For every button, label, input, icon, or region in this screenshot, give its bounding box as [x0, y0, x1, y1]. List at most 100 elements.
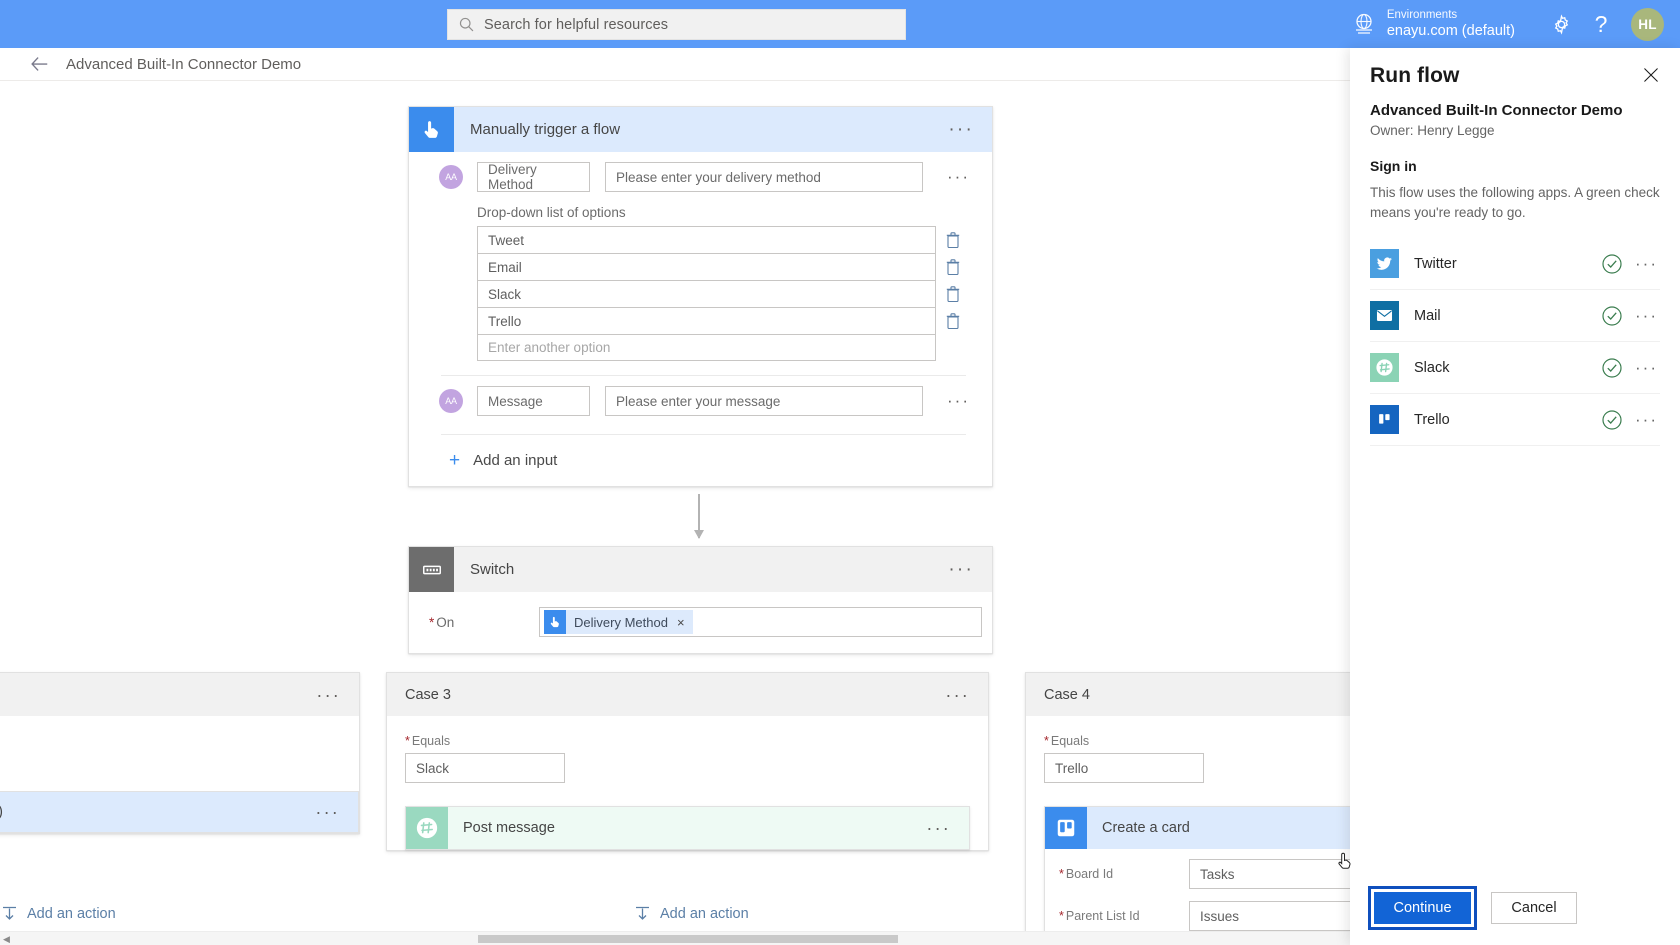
- list-item: Email: [477, 253, 970, 280]
- add-an-action-button[interactable]: Add an action: [1, 905, 116, 922]
- search-input[interactable]: Search for helpful resources: [447, 9, 906, 40]
- switch-card-header[interactable]: Switch ···: [409, 547, 992, 592]
- token-remove-button[interactable]: ×: [677, 615, 685, 630]
- close-icon: [1644, 68, 1658, 82]
- action-card-menu[interactable]: ···: [297, 803, 358, 821]
- mail-icon: [1370, 301, 1399, 331]
- action-card-header[interactable]: 3) ···: [0, 791, 359, 833]
- case-menu[interactable]: ···: [298, 686, 359, 704]
- switch-on-field[interactable]: Delivery Method ×: [539, 607, 982, 637]
- required-asterisk: *: [429, 614, 435, 630]
- dropdown-option-field[interactable]: Trello: [477, 307, 936, 334]
- dropdown-option-field[interactable]: Slack: [477, 280, 936, 307]
- plus-icon: +: [449, 450, 461, 471]
- trigger-card-menu[interactable]: ···: [930, 120, 992, 139]
- list-item: Trello: [477, 307, 970, 334]
- switch-on-label: * On: [409, 615, 539, 630]
- list-item: Enter another option: [477, 334, 970, 361]
- action-card-title: Post message: [463, 820, 555, 836]
- case-header[interactable]: Case 3 ···: [387, 673, 988, 716]
- equals-label: * Equals: [405, 734, 970, 748]
- delete-option-button[interactable]: [936, 285, 970, 302]
- add-an-action-label: Add an action: [27, 905, 116, 922]
- trash-icon: [946, 231, 960, 248]
- delete-option-button[interactable]: [936, 312, 970, 329]
- top-navigation-bar: Search for helpful resources Environment…: [0, 0, 1680, 48]
- help-button[interactable]: ?: [1581, 4, 1621, 44]
- manual-trigger-hand-icon: [544, 610, 566, 634]
- switch-card-title: Switch: [470, 561, 515, 578]
- input-name-field[interactable]: Delivery Method: [477, 162, 590, 192]
- action-card-menu[interactable]: ···: [908, 819, 969, 837]
- sign-in-description: This flow uses the following apps. A gre…: [1370, 185, 1660, 220]
- cancel-button[interactable]: Cancel: [1491, 892, 1577, 924]
- switch-card-menu[interactable]: ···: [930, 560, 992, 579]
- equals-input[interactable]: Trello: [1044, 753, 1204, 783]
- action-card-header[interactable]: Post message ···: [406, 807, 969, 849]
- trigger-card-header[interactable]: Manually trigger a flow ···: [409, 107, 992, 152]
- green-check-icon: [1602, 306, 1622, 326]
- input-description-field[interactable]: Please enter your message: [605, 386, 923, 416]
- connection-row-mail[interactable]: Mail ···: [1370, 290, 1660, 343]
- delete-option-button[interactable]: [936, 231, 970, 248]
- connection-row-slack[interactable]: Slack ···: [1370, 342, 1660, 395]
- connection-name: Trello: [1414, 411, 1450, 428]
- add-an-input-label: Add an input: [473, 452, 558, 469]
- equals-label-text: Equals: [1050, 734, 1090, 748]
- case-title: Case 3: [405, 686, 451, 703]
- scrollbar-thumb[interactable]: [478, 935, 898, 943]
- power-automate-window: Search for helpful resources Environment…: [0, 0, 1680, 945]
- connection-row-twitter[interactable]: Twitter ···: [1370, 238, 1660, 291]
- search-placeholder: Search for helpful resources: [484, 16, 669, 33]
- text-input-type-icon: AA: [439, 165, 463, 189]
- dynamic-content-token[interactable]: Delivery Method ×: [544, 610, 693, 634]
- dropdown-option-field[interactable]: Tweet: [477, 226, 936, 253]
- on-label-text: On: [436, 614, 455, 630]
- avatar[interactable]: HL: [1631, 7, 1664, 41]
- settings-button[interactable]: [1541, 4, 1581, 44]
- connection-menu[interactable]: ···: [1635, 411, 1660, 428]
- input-row-menu[interactable]: ···: [947, 167, 976, 187]
- delete-option-button[interactable]: [936, 258, 970, 275]
- switch-icon: [409, 547, 454, 592]
- back-arrow-icon[interactable]: [28, 53, 50, 75]
- equals-label-text: Equals: [411, 734, 451, 748]
- flow-connector-arrow: [694, 494, 704, 539]
- required-asterisk: *: [405, 734, 410, 748]
- environment-value: enayu.com (default): [1386, 23, 1515, 40]
- connection-menu[interactable]: ···: [1635, 307, 1660, 324]
- green-check-icon: [1602, 410, 1622, 430]
- input-name-field[interactable]: Message: [477, 386, 590, 416]
- panel-heading: Run flow: [1370, 64, 1460, 87]
- page-title: Advanced Built-In Connector Demo: [66, 55, 302, 73]
- trigger-card: Manually trigger a flow ··· AA Delivery …: [408, 106, 993, 487]
- add-an-input-button[interactable]: + Add an input: [425, 435, 976, 486]
- environment-selector[interactable]: Environments enayu.com (default): [1387, 8, 1515, 41]
- run-flow-panel: Run flow Advanced Built-In Connector Dem…: [1350, 48, 1680, 945]
- required-asterisk: *: [1044, 734, 1049, 748]
- scroll-left-arrow-icon[interactable]: ◀: [3, 934, 10, 944]
- twitter-icon: [1370, 249, 1399, 279]
- case-header[interactable]: ···: [0, 673, 359, 716]
- new-option-input[interactable]: Enter another option: [477, 334, 936, 361]
- board-id-label-text: Board Id: [1065, 867, 1114, 881]
- text-input-type-icon: AA: [439, 389, 463, 413]
- token-label: Delivery Method: [574, 614, 668, 630]
- add-an-action-button[interactable]: Add an action: [634, 905, 749, 922]
- connection-menu[interactable]: ···: [1635, 359, 1660, 376]
- close-panel-button[interactable]: [1640, 64, 1662, 86]
- slack-icon: [406, 807, 448, 849]
- run-flow-panel-body: Run flow Advanced Built-In Connector Dem…: [1350, 48, 1680, 871]
- connection-row-trello[interactable]: Trello ···: [1370, 394, 1660, 447]
- case-menu[interactable]: ···: [927, 686, 988, 704]
- input-description-field[interactable]: Please enter your delivery method: [605, 162, 923, 192]
- dropdown-option-field[interactable]: Email: [477, 253, 936, 280]
- switch-card: Switch ··· * On Delivery Method ×: [408, 546, 993, 654]
- connection-name: Slack: [1414, 359, 1450, 376]
- equals-input[interactable]: Slack: [405, 753, 565, 783]
- continue-button[interactable]: Continue: [1374, 892, 1471, 924]
- input-row-menu[interactable]: ···: [947, 391, 976, 411]
- trash-icon: [946, 258, 960, 275]
- action-card: Post message ···: [405, 806, 970, 850]
- connection-menu[interactable]: ···: [1635, 255, 1660, 272]
